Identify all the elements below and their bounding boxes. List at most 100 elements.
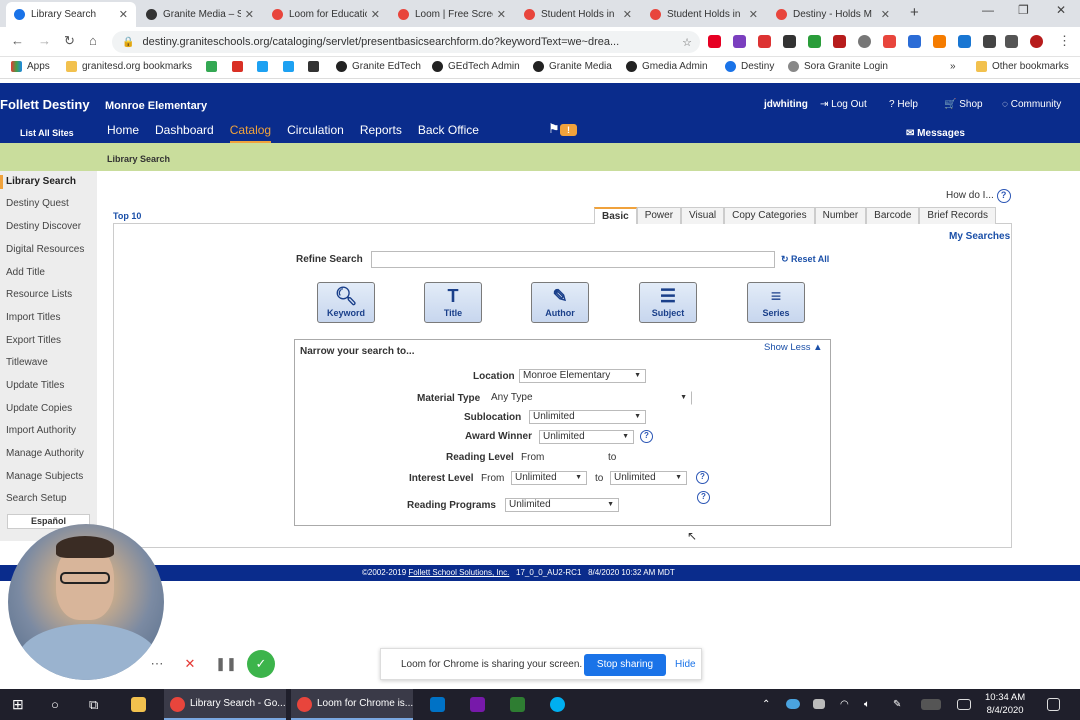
material-type-select[interactable]: Any Type ▼	[487, 391, 692, 405]
sidebar-item-library-search[interactable]: Library Search	[6, 176, 76, 187]
cancel-recording-icon[interactable]: ✕	[176, 650, 204, 678]
reading-programs-select[interactable]: Unlimited ▼	[505, 498, 619, 512]
help-link[interactable]: ? Help	[889, 99, 918, 110]
close-icon[interactable]: ✕	[497, 8, 506, 21]
community-link[interactable]: ◌ Community	[1002, 99, 1061, 110]
sidebar-item-import-authority[interactable]: Import Authority	[6, 425, 76, 436]
my-searches-link[interactable]: My Searches	[949, 231, 1010, 242]
extension-icon[interactable]	[733, 35, 746, 48]
interest-from-select[interactable]: Unlimited ▼	[511, 471, 587, 485]
spreadsheet-icon[interactable]	[510, 697, 525, 712]
system-clock[interactable]: 10:34 AM 8/4/2020	[985, 691, 1025, 717]
close-icon[interactable]: ✕	[749, 8, 758, 21]
sidebar-item-update-titles[interactable]: Update Titles	[6, 380, 64, 391]
hide-button[interactable]: Hide	[675, 659, 696, 670]
browser-tab[interactable]: Loom | Free Scree ✕	[390, 2, 514, 27]
close-icon[interactable]: ✕	[245, 8, 254, 21]
sidebar-item-titlewave[interactable]: Titlewave	[6, 357, 48, 368]
forward-arrow-icon[interactable]: →	[38, 33, 51, 48]
tab-visual[interactable]: Visual	[681, 207, 725, 224]
office-extension-icon[interactable]	[883, 35, 896, 48]
browser-tab[interactable]: Student Holds in ✕	[516, 2, 640, 27]
back-arrow-icon[interactable]: ←	[11, 33, 24, 48]
extension-icon[interactable]	[783, 35, 796, 48]
nav-circulation[interactable]: Circulation	[287, 123, 344, 144]
reset-all-link[interactable]: ↻ Reset All	[781, 254, 829, 265]
sidebar-item-manage-subjects[interactable]: Manage Subjects	[6, 471, 83, 482]
pen-icon[interactable]: ✎	[893, 689, 901, 720]
menu-dots-icon[interactable]: ⋮	[1058, 33, 1071, 49]
bookmark-gedtech-admin[interactable]: GEdTech Admin	[432, 61, 520, 72]
bookmark-sora[interactable]: Sora Granite Login	[788, 61, 888, 72]
nav-home[interactable]: Home	[107, 123, 139, 144]
list-all-sites-link[interactable]: List All Sites	[20, 128, 74, 138]
bookmark-granite-edtech[interactable]: Granite EdTech	[336, 61, 421, 72]
bookmark-gmail[interactable]	[232, 61, 248, 72]
finish-recording-icon[interactable]: ✓	[247, 650, 275, 678]
sidebar-item-destiny-quest[interactable]: Destiny Quest	[6, 198, 69, 209]
series-search-button[interactable]: ≡ Series	[747, 282, 805, 323]
outlook-icon[interactable]	[430, 697, 445, 712]
volume-icon[interactable]: 🔈︎	[864, 689, 870, 720]
close-icon[interactable]: ✕	[623, 8, 632, 21]
sublocation-select[interactable]: Unlimited ▼	[529, 410, 646, 424]
window-close-icon[interactable]: ✕	[1056, 3, 1066, 17]
how-do-i-link[interactable]: How do I... ?	[946, 189, 1011, 203]
desktop-icon[interactable]	[957, 699, 971, 710]
tab-copy-categories[interactable]: Copy Categories	[724, 207, 815, 224]
close-icon[interactable]: ✕	[371, 8, 380, 21]
extension-icon[interactable]	[858, 35, 871, 48]
battery-icon[interactable]	[813, 699, 825, 709]
extension-icon[interactable]	[958, 35, 971, 48]
sidebar-item-search-setup[interactable]: Search Setup	[6, 493, 67, 504]
sidebar-item-destiny-discover[interactable]: Destiny Discover	[6, 221, 81, 232]
reload-icon[interactable]: ↻	[64, 33, 75, 49]
chevron-double-right-icon[interactable]: »	[950, 61, 956, 72]
bookmark-folder[interactable]: granitesd.org bookmarks	[66, 61, 192, 72]
sidebar-item-digital-resources[interactable]: Digital Resources	[6, 244, 84, 255]
bookmark-layers[interactable]	[308, 61, 324, 72]
cortana-search-icon[interactable]: ○	[51, 689, 59, 720]
url-bar[interactable]: 🔒 destiny.graniteschools.org/cataloging/…	[112, 31, 700, 53]
tab-brief-records[interactable]: Brief Records	[919, 207, 996, 224]
reading-level-from-input[interactable]	[548, 450, 603, 464]
sidebar-item-export-titles[interactable]: Export Titles	[6, 335, 61, 346]
author-search-button[interactable]: ✎ Author	[531, 282, 589, 323]
sidebar-item-resource-lists[interactable]: Resource Lists	[6, 289, 72, 300]
logout-link[interactable]: ⇥ Log Out	[820, 99, 867, 110]
stop-sharing-button[interactable]: Stop sharing	[584, 654, 666, 676]
extension-icon[interactable]	[983, 35, 996, 48]
bookmark-twitter[interactable]	[257, 61, 273, 72]
browser-tab[interactable]: Student Holds in ✕	[642, 2, 766, 27]
tab-barcode[interactable]: Barcode	[866, 207, 920, 224]
windows-start-icon[interactable]: ⊞	[12, 689, 24, 720]
more-options-icon[interactable]: ⋯	[145, 652, 169, 676]
help-circle-icon[interactable]: ?	[696, 471, 709, 484]
maximize-icon[interactable]: ❐	[1018, 3, 1029, 17]
nav-reports[interactable]: Reports	[360, 123, 402, 144]
close-icon[interactable]: ✕	[881, 8, 890, 21]
file-explorer-icon[interactable]	[131, 697, 146, 712]
extension-icon[interactable]	[1005, 35, 1018, 48]
skype-icon[interactable]	[550, 697, 565, 712]
show-less-link[interactable]: Show Less ▲	[764, 342, 823, 353]
interest-to-select[interactable]: Unlimited ▼	[610, 471, 687, 485]
extension-icon[interactable]	[908, 35, 921, 48]
wifi-icon[interactable]: ◠	[840, 689, 849, 720]
extension-icon[interactable]	[808, 35, 821, 48]
top10-link[interactable]: Top 10	[113, 211, 141, 221]
follett-destiny-logo[interactable]: Follett Destiny	[0, 97, 90, 112]
chevron-up-icon[interactable]: ⌃	[762, 689, 770, 720]
tab-number[interactable]: Number	[814, 207, 867, 224]
bookmark-other[interactable]: Other bookmarks	[976, 61, 1069, 72]
sidebar-item-manage-authority[interactable]: Manage Authority	[6, 448, 84, 459]
new-tab-icon[interactable]: +	[910, 4, 919, 21]
reading-level-to-input[interactable]	[620, 450, 675, 464]
minimize-icon[interactable]: —	[982, 3, 994, 17]
bookmark-apps[interactable]: Apps	[11, 61, 50, 72]
sidebar-item-import-titles[interactable]: Import Titles	[6, 312, 60, 323]
keyword-search-button[interactable]: 🔍︎ Keyword	[317, 282, 375, 323]
bookmark-destiny[interactable]: Destiny	[725, 61, 774, 72]
home-icon[interactable]: ⌂	[89, 33, 97, 48]
nav-back-office[interactable]: Back Office	[418, 123, 479, 144]
